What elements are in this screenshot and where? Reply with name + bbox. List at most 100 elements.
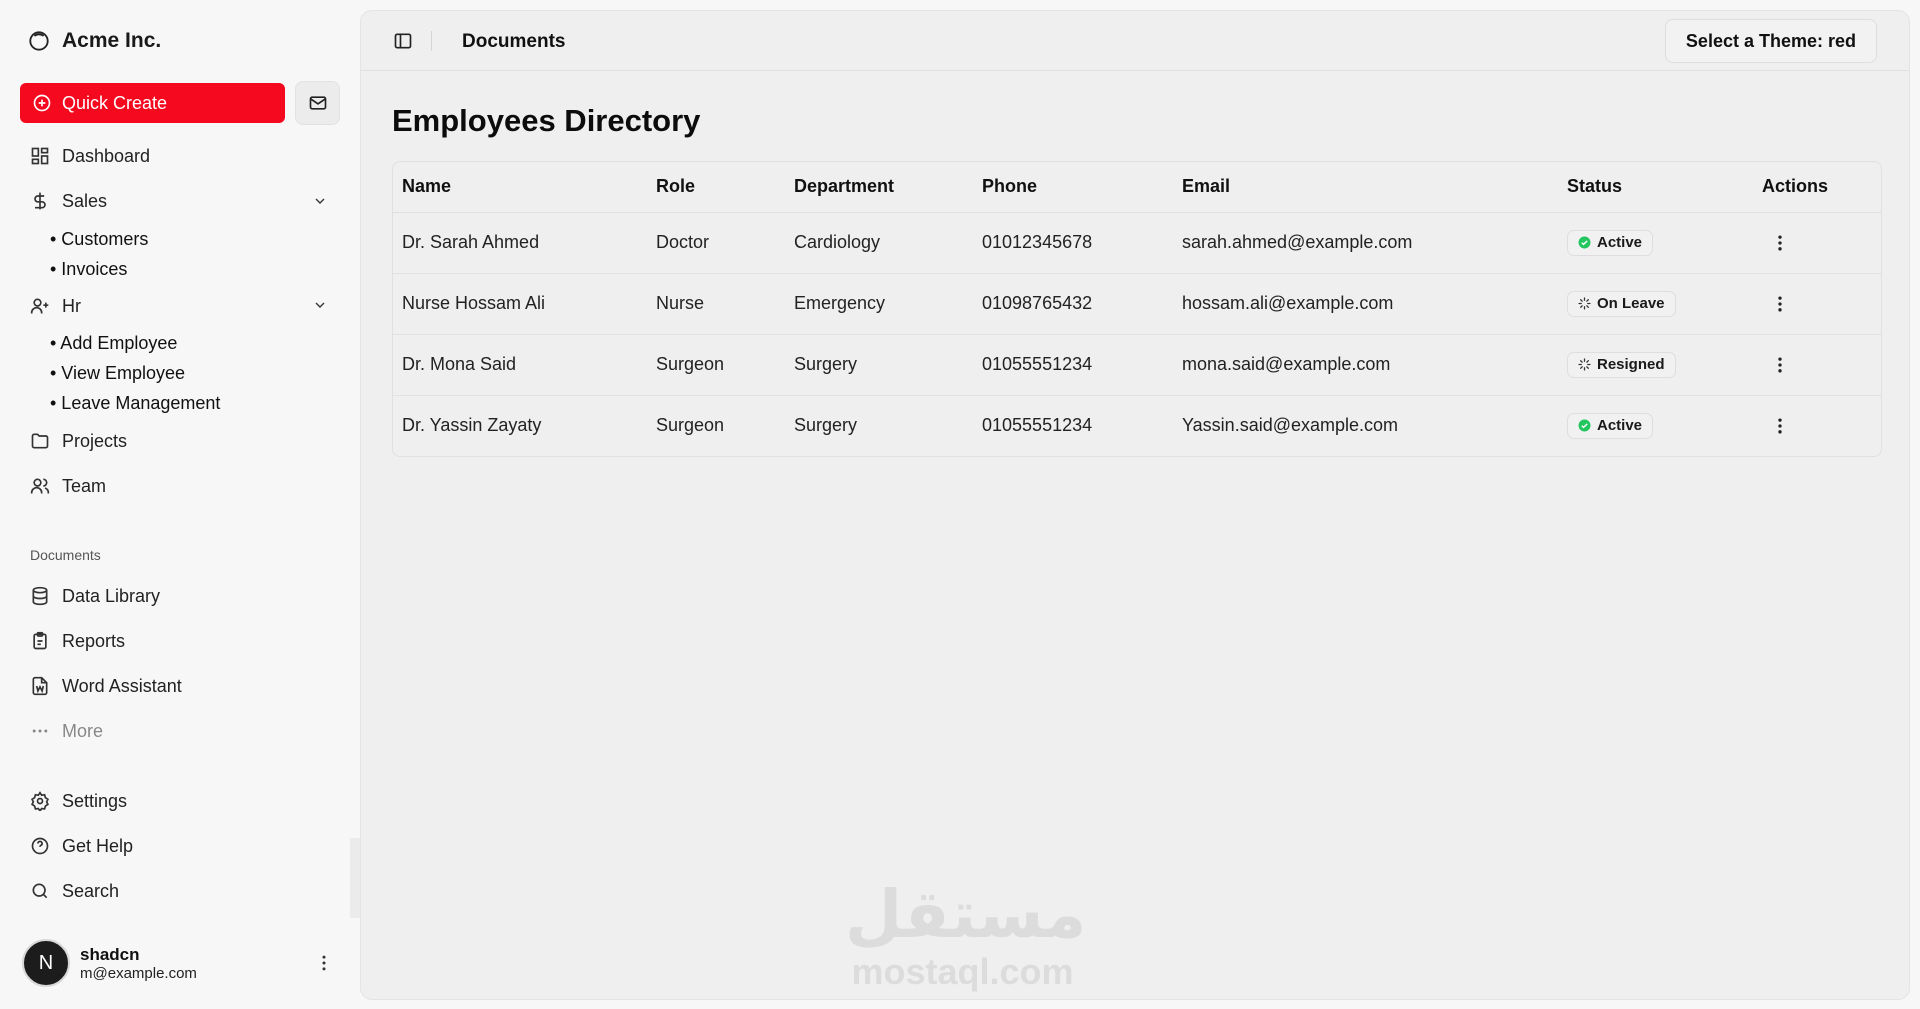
cell-name: Dr. Yassin Zayaty <box>402 415 542 436</box>
page-header-title: Documents <box>462 31 566 52</box>
header-divider <box>431 31 432 51</box>
dollar-icon <box>34 192 46 210</box>
column-header[interactable]: Status <box>1558 162 1753 213</box>
users-icon <box>30 478 50 494</box>
table-row[interactable]: Dr. Yassin Zayaty Surgeon Surgery 010555… <box>393 395 1881 456</box>
user-plus-icon <box>30 298 49 314</box>
quick-create-button[interactable]: Quick Create <box>20 83 285 123</box>
gear-icon <box>31 791 49 811</box>
employees-table: Name Role Department Phone Email Status … <box>392 161 1882 457</box>
status-badge: Active <box>1567 412 1654 439</box>
table-row[interactable]: Dr. Mona Said Surgeon Surgery 0105555123… <box>393 334 1881 396</box>
cell-department: Surgery <box>794 415 858 436</box>
cell-status: On Leave <box>1558 273 1753 335</box>
sidebar-item-label: More <box>62 720 104 741</box>
sidebar-item-reports[interactable]: Reports <box>30 627 125 655</box>
sidebar-item-get-help[interactable]: Get Help <box>30 832 133 860</box>
brand-ring-icon <box>29 31 49 51</box>
column-header[interactable]: Department <box>785 162 973 213</box>
chevron-down-icon[interactable] <box>312 297 328 313</box>
chevron-down-icon[interactable] <box>312 193 328 209</box>
watermark: مستقل mostaql.com <box>845 876 1087 992</box>
user-menu[interactable]: N shadcn m@example.com <box>22 938 338 988</box>
cell-status: Active <box>1558 395 1753 456</box>
quick-actions: Quick Create <box>20 81 340 125</box>
cell-role: Surgeon <box>656 415 725 436</box>
sidebar-item-team[interactable]: Team <box>30 472 106 500</box>
kebab-icon[interactable] <box>314 953 334 973</box>
sidebar-item-label: Reports <box>62 630 126 651</box>
kebab-icon[interactable] <box>1770 355 1790 375</box>
sidebar-subitem-view-employee[interactable]: • View Employee <box>50 361 185 385</box>
user-email: m@example.com <box>80 964 197 982</box>
cell-phone: 01012345678 <box>973 212 1173 274</box>
plus-circle-icon <box>33 94 51 112</box>
quick-create-label: Quick Create <box>62 92 168 113</box>
status-label: Resigned <box>1597 356 1665 373</box>
cell-phone: 01055551234 <box>982 415 1093 436</box>
sidebar-item-sales[interactable]: Sales <box>30 187 107 215</box>
cell-name: Nurse Hossam Ali <box>393 273 647 335</box>
cell-email: mona.said@example.com <box>1173 334 1558 396</box>
cell-actions <box>1753 212 1881 274</box>
inbox-button[interactable] <box>295 81 340 125</box>
column-header[interactable]: Email <box>1173 162 1558 213</box>
sidebar-item-label: Word Assistant <box>62 675 182 696</box>
cell-name: Dr. Mona Said <box>393 334 647 396</box>
sidebar-subitem-customers[interactable]: • Customers <box>50 227 148 251</box>
cell-email: sarah.ahmed@example.com <box>1173 212 1558 274</box>
sidebar-item-search[interactable]: Search <box>30 877 119 905</box>
sidebar-item-projects[interactable]: Projects <box>30 427 127 455</box>
status-badge: Active <box>1567 229 1654 256</box>
header: Documents Select a Theme: red <box>361 11 1909 71</box>
sidebar-item-label: Get Help <box>62 835 134 856</box>
kebab-icon[interactable] <box>1770 233 1790 253</box>
loader-icon <box>1578 358 1591 371</box>
sidebar-item-label: Settings <box>62 790 128 811</box>
sidebar-item-data-library[interactable]: Data Library <box>30 582 160 610</box>
cell-department: Cardiology <box>785 212 973 274</box>
sidebar-item-label: Team <box>62 475 107 496</box>
cell-role: Doctor <box>647 212 785 274</box>
column-header[interactable]: Role <box>647 162 785 213</box>
column-header[interactable]: Phone <box>973 162 1173 213</box>
status-label: Active <box>1597 234 1643 251</box>
kebab-icon[interactable] <box>1770 294 1790 314</box>
cell-email: Yassin.said@example.com <box>1182 415 1399 436</box>
status-badge: Resigned <box>1567 351 1676 378</box>
cell-actions <box>1753 273 1881 335</box>
check-circle-icon <box>1578 419 1591 432</box>
search-icon <box>32 883 48 899</box>
cell-name: Dr. Sarah Ahmed <box>393 212 647 274</box>
table-header-row: Name Role Department Phone Email Status … <box>393 162 1881 213</box>
cell-phone: 01098765432 <box>973 273 1173 335</box>
database-icon <box>32 586 48 606</box>
help-circle-icon <box>31 837 49 855</box>
sidebar-item-label: Search <box>62 880 120 901</box>
sidebar-item-dashboard[interactable]: Dashboard <box>30 142 150 170</box>
sidebar-subitem-add-employee[interactable]: • Add Employee <box>50 331 177 355</box>
sidebar-toggle-icon[interactable] <box>393 31 413 51</box>
cell-email: hossam.ali@example.com <box>1173 273 1558 335</box>
cell-phone: 01055551234 <box>973 334 1173 396</box>
status-badge: On Leave <box>1567 290 1676 317</box>
table-row[interactable]: Nurse Hossam Ali Nurse Emergency 0109876… <box>393 273 1881 335</box>
watermark-arabic: مستقل <box>845 876 1087 953</box>
sidebar-item-label: Projects <box>62 430 128 451</box>
brand-name: Acme Inc. <box>62 29 162 52</box>
sidebar-item-hr[interactable]: Hr <box>30 292 81 320</box>
theme-select-button[interactable]: Select a Theme: red <box>1664 19 1877 63</box>
mail-icon <box>309 96 326 110</box>
sidebar-subitem-leave-management[interactable]: • Leave Management <box>50 391 220 415</box>
sidebar-item-word-assistant[interactable]: Word Assistant <box>30 672 182 700</box>
column-header[interactable]: Name <box>393 162 647 213</box>
sidebar-subitem-invoices[interactable]: • Invoices <box>50 257 127 281</box>
loader-icon <box>1578 297 1591 310</box>
sidebar-item-settings[interactable]: Settings <box>30 787 127 815</box>
sidebar-item-label: Hr <box>62 295 81 316</box>
brand[interactable]: Acme Inc. <box>28 26 161 56</box>
sidebar-item-more[interactable]: More <box>30 717 103 745</box>
table-row[interactable]: Dr. Sarah Ahmed Doctor Cardiology 010123… <box>393 212 1881 274</box>
column-header: Actions <box>1753 162 1881 213</box>
kebab-icon[interactable] <box>1770 416 1790 436</box>
